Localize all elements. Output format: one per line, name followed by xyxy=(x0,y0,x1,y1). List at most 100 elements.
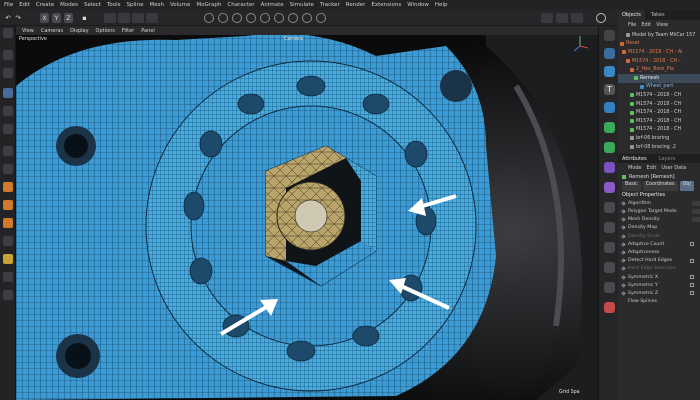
tab-coordinates[interactable]: Coordinates xyxy=(642,181,678,192)
tree-row[interactable]: Reset xyxy=(618,40,700,49)
property-mesh-density[interactable]: Mesh Density xyxy=(618,216,700,224)
polygon-mode-icon[interactable] xyxy=(146,13,158,23)
property-symmetric-y[interactable]: Symmetric Y xyxy=(618,281,700,289)
symmetric-y-checkbox[interactable] xyxy=(690,283,694,288)
tree-row[interactable]: M1574 - 2018 - CH xyxy=(618,108,700,117)
snap-icon[interactable] xyxy=(204,13,214,23)
symmetry-icon[interactable] xyxy=(316,13,326,23)
property-symmetric-z[interactable]: Symmetric Z xyxy=(618,289,700,297)
layers-tab[interactable]: Layers xyxy=(659,156,676,162)
viewport-menu-cameras[interactable]: Cameras xyxy=(41,28,63,34)
scale-tool-icon[interactable] xyxy=(3,106,13,116)
polygon-target-dropdown[interactable] xyxy=(692,209,700,215)
symmetric-z-checkbox[interactable] xyxy=(690,291,694,296)
menu-tracker[interactable]: Tracker xyxy=(320,2,340,8)
locked-workplane-icon[interactable] xyxy=(232,13,242,23)
weight-tool-icon[interactable] xyxy=(3,254,13,264)
viewport-menu-filter[interactable]: Filter xyxy=(122,28,134,34)
render-tag-icon[interactable] xyxy=(604,302,615,313)
workplane-icon[interactable] xyxy=(218,13,228,23)
menu-mograph[interactable]: MoGraph xyxy=(196,2,221,8)
detect-hard-edges-checkbox[interactable] xyxy=(690,258,694,263)
viewport-menu-options[interactable]: Options xyxy=(96,28,115,34)
cube-icon[interactable] xyxy=(604,30,615,41)
3d-viewport[interactable]: View Cameras Display Options Filter Pane… xyxy=(16,26,598,400)
menu-simulate[interactable]: Simulate xyxy=(290,2,314,8)
objects-menu-file[interactable]: File xyxy=(628,22,636,28)
user-avatar-icon[interactable] xyxy=(596,13,606,23)
menu-volume[interactable]: Volume xyxy=(170,2,190,8)
menu-help[interactable]: Help xyxy=(435,2,448,8)
property-density-map[interactable]: Density Map xyxy=(618,224,700,232)
attributes-menu-edit[interactable]: Edit xyxy=(647,165,657,171)
attributes-menu-user-data[interactable]: User Data xyxy=(661,165,686,171)
transfer-tool-icon[interactable] xyxy=(3,146,13,156)
viewport-menu-panel[interactable]: Panel xyxy=(141,28,155,34)
axis-x-button[interactable]: X xyxy=(40,13,49,23)
pen-tool-icon[interactable] xyxy=(3,272,13,282)
attributes-tab[interactable]: Attributes xyxy=(622,156,647,162)
property-detect-hard-edges[interactable]: Detect Hard Edges xyxy=(618,257,700,265)
quantize-icon[interactable] xyxy=(302,13,312,23)
tag-icon[interactable] xyxy=(604,282,615,293)
camera-icon[interactable] xyxy=(604,262,615,273)
point-mode-icon[interactable] xyxy=(118,13,130,23)
workplane-tool-icon[interactable] xyxy=(3,164,13,174)
knife-tool-icon[interactable] xyxy=(3,236,13,246)
menu-mesh[interactable]: Mesh xyxy=(149,2,163,8)
symmetric-x-checkbox[interactable] xyxy=(690,275,694,280)
tree-row[interactable]: M1574 - 2018 - CH xyxy=(618,100,700,109)
magnet-tool-icon[interactable] xyxy=(3,218,13,228)
tree-row[interactable]: M1574 - 2018 - CH xyxy=(618,117,700,126)
tab-objects[interactable]: Objects xyxy=(618,10,645,20)
text-tool-icon[interactable]: T xyxy=(604,84,615,95)
tree-row[interactable]: Model by Team MiiCar 157 xyxy=(618,31,700,40)
viewport-menu-view[interactable]: View xyxy=(22,28,34,34)
tab-takes[interactable]: Takes xyxy=(647,10,669,20)
scene-icon[interactable] xyxy=(604,222,615,233)
deformer-icon[interactable] xyxy=(604,162,615,173)
coordinate-system-icon[interactable]: ▪ xyxy=(80,13,89,23)
tree-row[interactable]: brf-08 bracing .2 xyxy=(618,143,700,152)
measure-tool-icon[interactable] xyxy=(3,290,13,300)
viewport-canvas[interactable] xyxy=(16,26,598,400)
objects-menu-edit[interactable]: Edit xyxy=(641,22,651,28)
render-picture-viewer-icon[interactable] xyxy=(556,13,568,23)
mesh-density-field[interactable] xyxy=(692,217,700,223)
brush-tool-icon[interactable] xyxy=(3,182,13,192)
menu-animate[interactable]: Animate xyxy=(261,2,284,8)
menu-file[interactable]: File xyxy=(4,2,13,8)
light-icon[interactable] xyxy=(604,242,615,253)
algorithm-dropdown[interactable] xyxy=(692,200,700,206)
axis-workplane-icon[interactable] xyxy=(260,13,270,23)
tree-row[interactable]: Wheel_part xyxy=(618,83,700,92)
menu-modes[interactable]: Modes xyxy=(60,2,78,8)
menu-character[interactable]: Character xyxy=(227,2,254,8)
grid-icon[interactable] xyxy=(274,13,284,23)
tree-row[interactable]: M1574 - 2018 - CH - xyxy=(618,57,700,66)
planar-workplane-icon[interactable] xyxy=(246,13,256,23)
attributes-menu-mode[interactable]: Mode xyxy=(628,165,642,171)
property-flow-splines[interactable]: Flow Splines xyxy=(618,298,700,306)
axis-y-button[interactable]: Y xyxy=(52,13,61,23)
render-settings-icon[interactable] xyxy=(571,13,583,23)
menu-extensions[interactable]: Extensions xyxy=(371,2,401,8)
tree-row[interactable]: 2_Hex_Bore_Pla xyxy=(618,65,700,74)
property-polygon-target-mode[interactable]: Polygon Target Mode xyxy=(618,208,700,216)
menu-select[interactable]: Select xyxy=(84,2,101,8)
property-adaptiveness[interactable]: Adaptiveness xyxy=(618,248,700,256)
object-mode-icon[interactable] xyxy=(104,13,116,23)
primitive-cube-icon[interactable] xyxy=(604,66,615,77)
menu-spline[interactable]: Spline xyxy=(127,2,144,8)
tab-object[interactable]: Obj xyxy=(679,181,694,192)
tree-row[interactable]: M1574 - 2018 - CH xyxy=(618,126,700,135)
axis-z-button[interactable]: Z xyxy=(64,13,73,23)
adaptive-count-checkbox[interactable] xyxy=(690,242,694,247)
rotate-view-icon[interactable] xyxy=(3,68,13,78)
spline-wrap-icon[interactable] xyxy=(604,182,615,193)
search-icon[interactable] xyxy=(3,28,13,38)
field-icon[interactable] xyxy=(604,202,615,213)
array-icon[interactable] xyxy=(604,102,615,113)
undo-icon[interactable]: ↶ xyxy=(4,13,12,23)
render-view-icon[interactable] xyxy=(541,13,553,23)
